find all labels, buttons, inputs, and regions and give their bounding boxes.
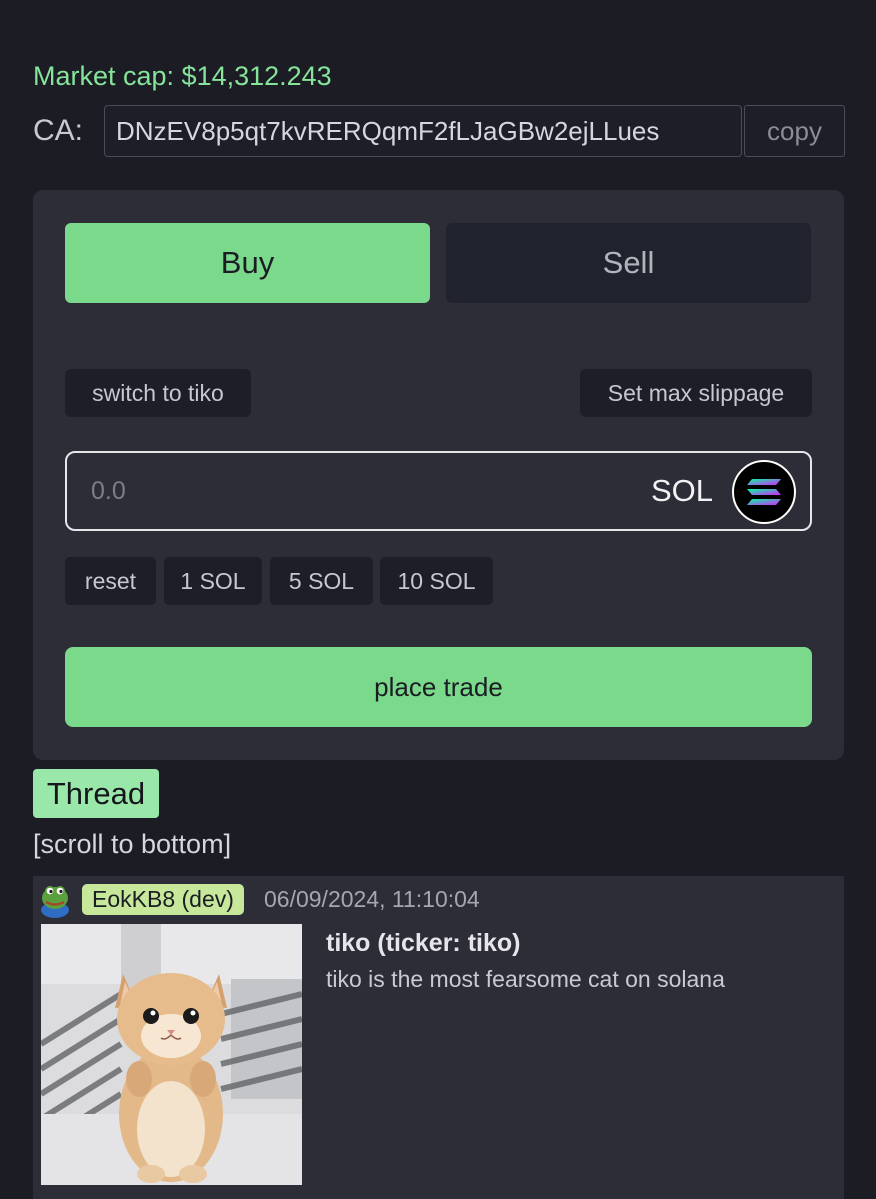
preset-reset-button[interactable]: reset [65, 557, 156, 605]
frog-avatar-icon [39, 882, 71, 918]
market-cap: Market cap: $14,312.243 [33, 61, 332, 91]
currency-label: SOL [650, 473, 713, 508]
thread-post: EokKB8 (dev) 06/09/2024, 11:10:04 tiko (… [33, 876, 844, 1199]
solana-icon [732, 460, 796, 524]
contract-address-field[interactable]: DNzEV8p5qt7kvRERQqmF2fLJaGBw2ejLLues [104, 105, 742, 157]
switch-token-button[interactable]: switch to tiko [65, 369, 251, 417]
preset-1-sol-button[interactable]: 1 SOL [164, 557, 262, 605]
amount-field: SOL [65, 451, 812, 531]
thread-tab[interactable]: Thread [33, 769, 159, 818]
contract-address-row: CA: DNzEV8p5qt7kvRERQqmF2fLJaGBw2ejLLues… [33, 105, 845, 157]
scroll-to-bottom-link[interactable]: [scroll to bottom] [33, 829, 231, 860]
preset-10-sol-button[interactable]: 10 SOL [380, 557, 493, 605]
copy-button[interactable]: copy [744, 105, 845, 157]
kitten-image[interactable] [41, 924, 302, 1185]
preset-5-sol-button[interactable]: 5 SOL [270, 557, 373, 605]
ca-label: CA: [33, 114, 84, 147]
post-description: tiko is the most fearsome cat on solana [326, 966, 725, 992]
place-trade-button[interactable]: place trade [65, 647, 812, 727]
amount-input[interactable] [91, 453, 591, 529]
post-timestamp: 06/09/2024, 11:10:04 [264, 886, 480, 912]
trade-panel: Buy Sell switch to tiko Set max slippage… [33, 190, 844, 760]
buy-tab[interactable]: Buy [65, 223, 430, 303]
post-title: tiko (ticker: tiko) [326, 929, 521, 957]
sell-tab[interactable]: Sell [446, 223, 811, 303]
author-dev-badge[interactable]: EokKB8 (dev) [82, 884, 244, 915]
token-page: Market cap: $14,312.243 CA: DNzEV8p5qt7k… [0, 0, 876, 1199]
set-max-slippage-button[interactable]: Set max slippage [580, 369, 812, 417]
